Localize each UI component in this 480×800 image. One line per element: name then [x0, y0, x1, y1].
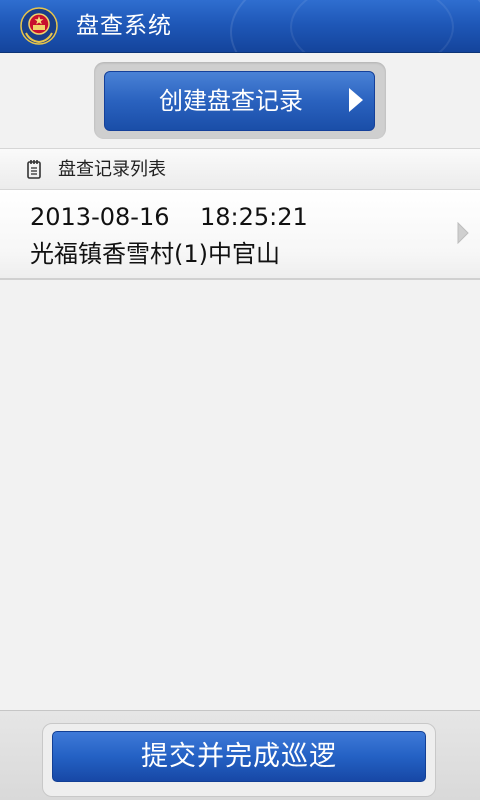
app-screen: 盘查系统 创建盘查记录 盘查记录列表 2013-08-16 18:25:21 光… — [0, 0, 480, 800]
record-list-item[interactable]: 2013-08-16 18:25:21 光福镇香雪村(1)中官山 — [0, 190, 480, 280]
title-bar: 盘查系统 — [0, 0, 480, 53]
record-location: 光福镇香雪村(1)中官山 — [30, 240, 280, 268]
submit-button-frame: 提交并完成巡逻 — [42, 723, 436, 797]
police-emblem-icon — [20, 7, 58, 45]
create-button-frame: 创建盘查记录 — [94, 62, 386, 139]
record-datetime: 2013-08-16 18:25:21 — [30, 203, 308, 231]
titlebar-decoration-inner — [290, 0, 454, 52]
chevron-right-icon — [457, 222, 469, 244]
submit-patrol-button[interactable]: 提交并完成巡逻 — [52, 731, 426, 782]
create-record-label: 创建盘查记录 — [159, 87, 303, 115]
record-list-title: 盘查记录列表 — [58, 159, 166, 180]
app-title: 盘查系统 — [76, 13, 172, 39]
chevron-right-icon — [349, 88, 363, 112]
record-list-header: 盘查记录列表 — [0, 148, 480, 190]
notebook-icon — [27, 160, 41, 179]
bottom-action-bar: 提交并完成巡逻 — [0, 710, 480, 800]
create-record-button[interactable]: 创建盘查记录 — [104, 71, 375, 131]
submit-patrol-label: 提交并完成巡逻 — [141, 741, 337, 772]
